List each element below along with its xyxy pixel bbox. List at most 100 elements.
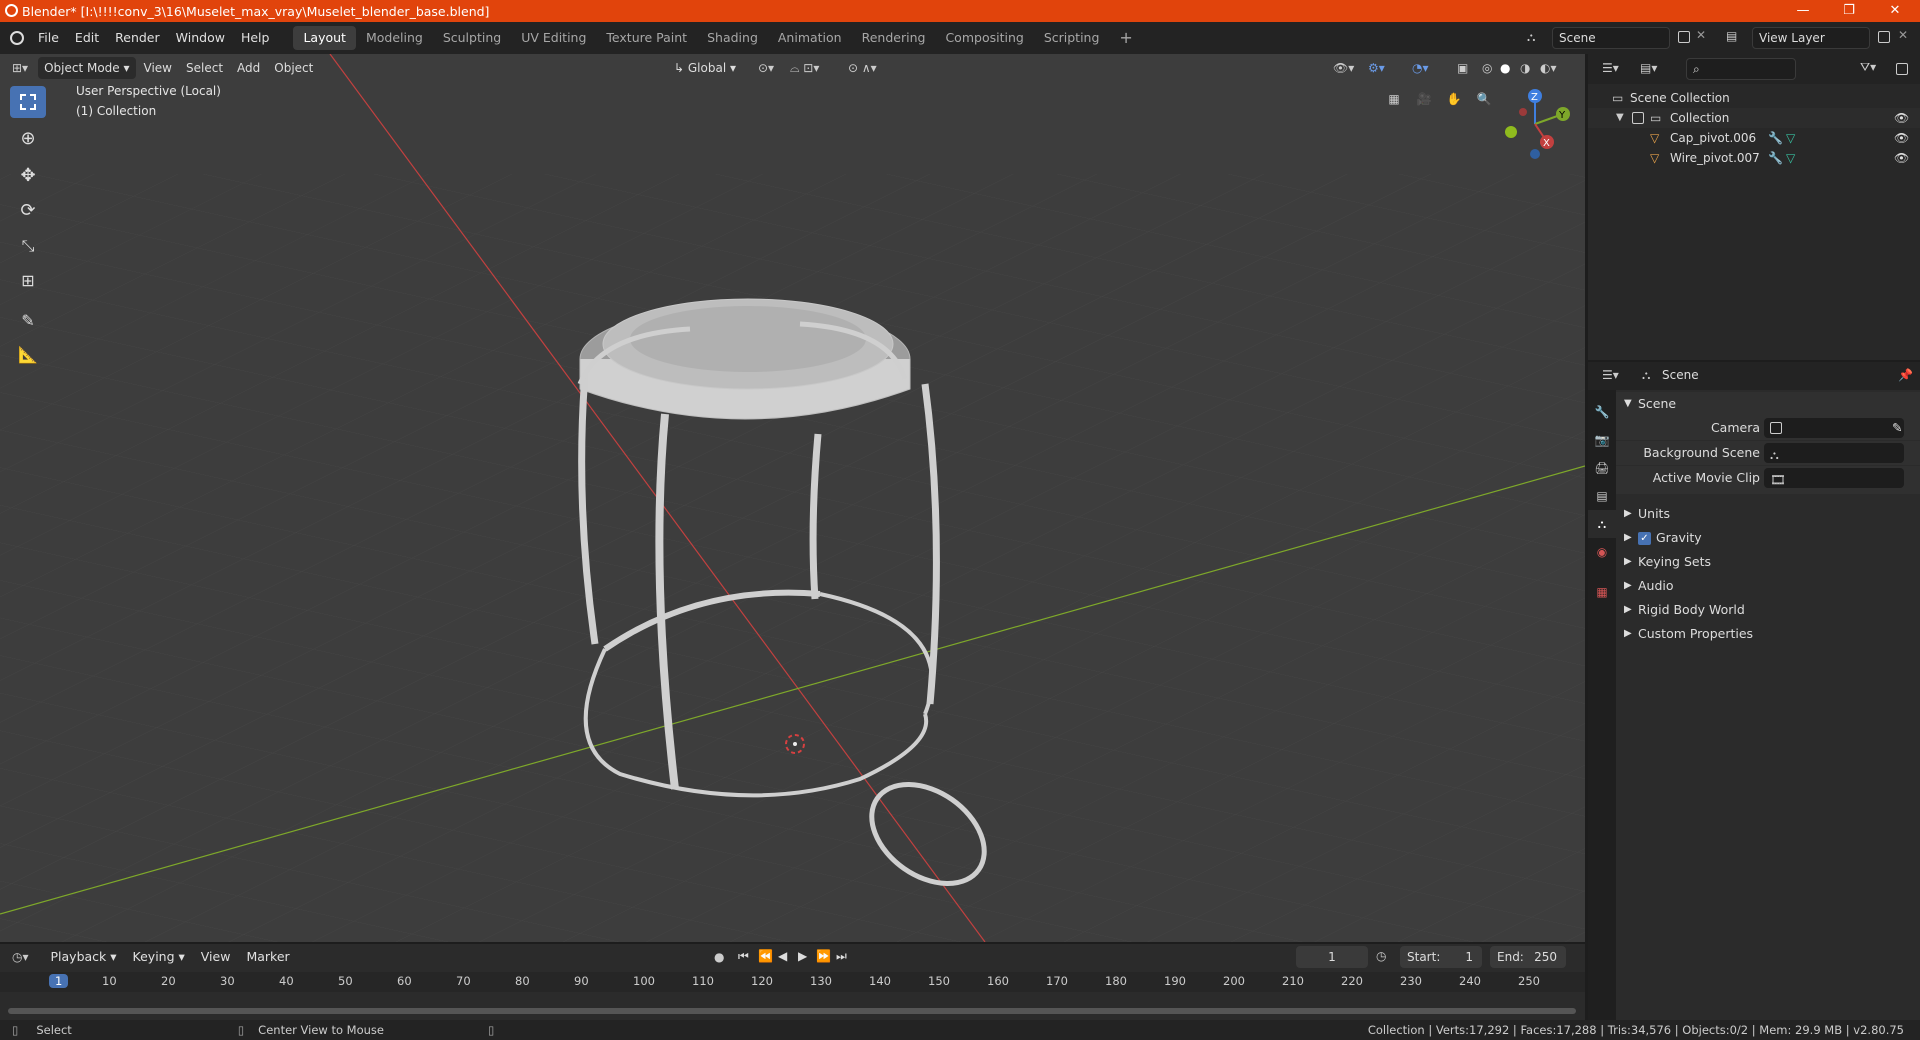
view-layer-icon[interactable]: ▤ — [1726, 29, 1737, 43]
outliner-row-object[interactable]: ▽ Wire_pivot.007 🔧 ▽ 👁 — [1588, 148, 1920, 168]
material-shading-icon[interactable]: ◑ — [1520, 61, 1530, 75]
play-reverse-icon[interactable]: ◀ — [778, 949, 787, 963]
next-keyframe-icon[interactable]: ⏩ — [816, 949, 831, 963]
orientation-dropdown[interactable]: ↳ Global ▾ — [668, 57, 742, 79]
annotate-tool[interactable]: ✎ — [10, 304, 46, 336]
measure-tool[interactable]: 📐 — [10, 338, 46, 370]
close-icon[interactable]: ✕ — [1872, 0, 1918, 22]
tab-texture-paint[interactable]: Texture Paint — [596, 26, 697, 50]
select-box-tool[interactable] — [10, 86, 46, 118]
menu-edit[interactable]: Edit — [67, 26, 107, 50]
playback-menu[interactable]: Playback ▾ — [43, 945, 125, 969]
eye-icon[interactable]: 👁 — [1894, 128, 1909, 148]
outliner-row-object[interactable]: ▽ Cap_pivot.006 🔧 ▽ 👁 — [1588, 128, 1920, 148]
gravity-panel[interactable]: ▶ ✓ Gravity — [1616, 526, 1920, 550]
menu-object[interactable]: Object — [268, 57, 319, 79]
menu-add[interactable]: Add — [231, 57, 266, 79]
tab-uv-editing[interactable]: UV Editing — [511, 26, 596, 50]
3d-viewport[interactable]: User Perspective (Local) (1) Collection … — [0, 54, 1585, 942]
camera-field[interactable] — [1764, 418, 1904, 438]
keying-menu[interactable]: Keying ▾ — [125, 945, 193, 969]
tab-render[interactable]: 📷 — [1588, 426, 1616, 454]
record-icon[interactable]: ● — [714, 950, 724, 964]
object-mode-dropdown[interactable]: Object Mode ▾ — [38, 57, 136, 79]
current-frame-marker[interactable]: 1 — [49, 974, 69, 988]
new-scene-icon[interactable] — [1678, 31, 1690, 43]
jump-end-icon[interactable]: ⏭ — [836, 949, 847, 964]
menu-window[interactable]: Window — [168, 26, 233, 50]
overlay-toggle-icon[interactable]: ◔▾ — [1412, 61, 1429, 75]
outliner-search-input[interactable]: ⌕ — [1686, 58, 1796, 80]
tab-shading[interactable]: Shading — [697, 26, 768, 50]
keying-sets-panel[interactable]: ▶ Keying Sets — [1616, 550, 1920, 574]
audio-panel[interactable]: ▶ Audio — [1616, 574, 1920, 598]
menu-file[interactable]: File — [30, 26, 67, 50]
rotate-tool[interactable]: ⟳ — [10, 194, 46, 226]
navigation-gizmo[interactable]: Z Y X — [1495, 84, 1575, 164]
filter-icon[interactable]: ⛛▾ — [1860, 60, 1876, 75]
delete-view-layer-icon[interactable]: ✕ — [1898, 28, 1908, 42]
scale-tool[interactable]: ⤡ — [10, 230, 46, 262]
outliner-row-scene-collection[interactable]: ▭ Scene Collection — [1588, 88, 1920, 108]
wireframe-shading-icon[interactable]: ◎ — [1482, 61, 1492, 75]
jump-start-icon[interactable]: ⏮ — [738, 949, 749, 964]
eyedropper-icon[interactable]: ✎ — [1892, 416, 1902, 440]
tab-world[interactable]: ◉ — [1588, 538, 1616, 566]
maximize-icon[interactable]: ❐ — [1826, 0, 1872, 22]
collection-checkbox[interactable] — [1632, 112, 1644, 124]
scene-field[interactable]: Scene — [1552, 27, 1670, 49]
tab-texture[interactable]: ▦ — [1588, 578, 1616, 606]
scene-panel-header[interactable]: ▼ Scene — [1616, 392, 1920, 416]
gravity-checkbox[interactable]: ✓ — [1638, 532, 1651, 545]
tab-view-layer[interactable]: ▤ — [1588, 482, 1616, 510]
tab-scene[interactable]: ⛬ — [1588, 510, 1616, 538]
tab-animation[interactable]: Animation — [768, 26, 852, 50]
cursor-tool[interactable]: ⊕ — [10, 122, 46, 154]
units-panel[interactable]: ▶ Units — [1616, 502, 1920, 526]
rigid-body-world-panel[interactable]: ▶ Rigid Body World — [1616, 598, 1920, 622]
tab-scripting[interactable]: Scripting — [1034, 26, 1110, 50]
blender-menu-icon[interactable] — [10, 31, 24, 45]
end-frame-field[interactable]: End: 250 — [1490, 946, 1566, 968]
play-icon[interactable]: ▶ — [798, 949, 807, 963]
clock-icon[interactable]: ◷ — [1376, 949, 1386, 963]
outliner-editor-icon[interactable]: ☰▾ — [1602, 61, 1619, 75]
tab-modeling[interactable]: Modeling — [356, 26, 433, 50]
editor-type-icon[interactable]: ⊞▾ — [12, 61, 28, 75]
proportional-edit-icon[interactable]: ⊙ ∧▾ — [848, 61, 877, 75]
custom-properties-panel[interactable]: ▶ Custom Properties — [1616, 622, 1920, 646]
camera-view-button[interactable]: 🎥 — [1411, 86, 1437, 112]
prev-keyframe-icon[interactable]: ⏪ — [758, 949, 773, 963]
display-mode-icon[interactable]: ▤▾ — [1640, 61, 1657, 75]
marker-menu[interactable]: Marker — [238, 945, 297, 969]
view-layer-field[interactable]: View Layer — [1752, 27, 1870, 49]
menu-render[interactable]: Render — [107, 26, 168, 50]
current-frame-field[interactable]: 1 — [1296, 946, 1368, 968]
transform-tool[interactable]: ⊞ — [10, 264, 46, 296]
start-frame-field[interactable]: Start: 1 — [1400, 946, 1482, 968]
pivot-point-icon[interactable]: ⊙▾ — [758, 61, 774, 75]
rendered-shading-icon[interactable]: ◐▾ — [1540, 61, 1557, 75]
tab-compositing[interactable]: Compositing — [935, 26, 1033, 50]
zoom-view-button[interactable]: 🔍 — [1471, 86, 1497, 112]
properties-editor-icon[interactable]: ☰▾ — [1602, 368, 1619, 382]
minimize-icon[interactable]: — — [1780, 0, 1826, 22]
pan-view-button[interactable]: ✋ — [1441, 86, 1467, 112]
new-collection-icon[interactable] — [1896, 63, 1908, 75]
pin-icon[interactable]: 📌 — [1898, 368, 1913, 382]
gizmo-toggle-icon[interactable]: ⚙▾ — [1368, 61, 1385, 75]
tab-sculpting[interactable]: Sculpting — [433, 26, 511, 50]
background-scene-field[interactable]: ⛬ — [1764, 443, 1904, 463]
visibility-icon[interactable]: 👁▾ — [1333, 61, 1354, 75]
toggle-ortho-button[interactable]: ▦ — [1381, 86, 1407, 112]
tab-output[interactable]: 🖨 — [1588, 454, 1616, 482]
timeline-editor-icon[interactable]: ◷▾ — [12, 950, 29, 964]
expand-arrow-icon[interactable]: ▼ — [1616, 108, 1624, 128]
panel-expand-icon[interactable]: ▼ — [1624, 392, 1632, 416]
delete-scene-icon[interactable]: ✕ — [1696, 28, 1706, 42]
timeline-view-menu[interactable]: View — [193, 945, 239, 969]
scene-icon[interactable]: ⛬ — [1527, 30, 1535, 45]
tab-layout[interactable]: Layout — [293, 26, 356, 50]
eye-icon[interactable]: 👁 — [1894, 108, 1909, 128]
frame-ruler[interactable]: 1 10 20 30 40 50 60 70 80 90 100 110 120 130 140 150 160… — [0, 972, 1585, 992]
